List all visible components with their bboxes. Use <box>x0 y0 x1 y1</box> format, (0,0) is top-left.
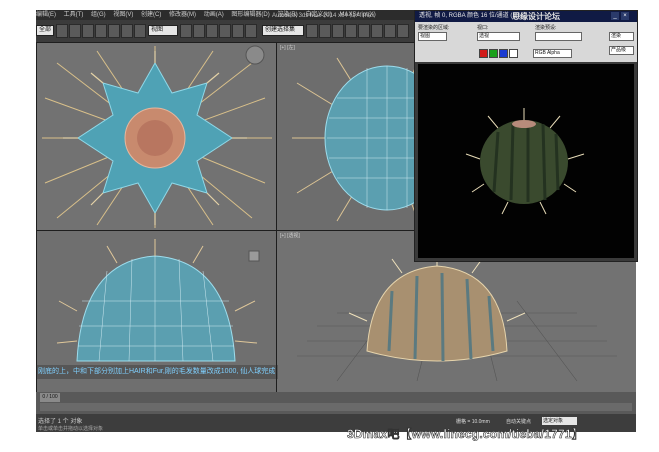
select-icon[interactable] <box>56 24 68 38</box>
render-setup-icon[interactable] <box>384 24 396 38</box>
menu-item[interactable]: 视图(V) <box>113 12 133 18</box>
window-crossing-icon[interactable] <box>95 24 107 38</box>
viewport-label[interactable]: [+] [左] <box>280 44 295 51</box>
mirror-icon[interactable] <box>306 24 318 38</box>
area-label: 要渲染的区域: <box>418 25 450 31</box>
schematic-icon[interactable] <box>358 24 370 38</box>
grid-readout: 栅格 = 10.0mm <box>456 419 490 425</box>
viewport-top[interactable] <box>36 42 278 232</box>
material-editor-icon[interactable] <box>371 24 383 38</box>
viewcube-icon[interactable] <box>248 250 260 262</box>
menu-item[interactable]: 动画(A) <box>204 12 224 18</box>
layer-icon[interactable] <box>332 24 344 38</box>
preset-dropdown[interactable] <box>535 32 582 41</box>
selection-filter-dropdown[interactable]: 全部 <box>36 25 54 36</box>
rotate-icon[interactable] <box>121 24 133 38</box>
curve-editor-icon[interactable] <box>345 24 357 38</box>
viewport-dropdown[interactable]: 透视 <box>477 32 520 41</box>
manipulate-icon[interactable] <box>193 24 205 38</box>
menu-item[interactable]: 组(G) <box>91 12 106 18</box>
preset-label: 渲染预设: <box>535 25 557 31</box>
main-toolbar: 全部 视图 创建选择集 <box>36 20 416 43</box>
move-icon[interactable] <box>108 24 120 38</box>
display-channel-dropdown[interactable]: RGB Alpha <box>533 49 572 58</box>
corner-watermark: 思缘设计论坛 <box>512 12 560 21</box>
time-slider[interactable]: 0 / 100 <box>40 393 60 402</box>
render-window-toolbar: 要渲染的区域: 视图 视口: 透视 渲染预设: 渲染 产品级 RGB Alpha <box>415 22 637 62</box>
scale-icon[interactable] <box>134 24 146 38</box>
renderer-dropdown[interactable]: 产品级 <box>609 46 634 55</box>
viewport-label[interactable]: [+] [透视] <box>280 232 300 239</box>
rendered-image <box>418 64 634 258</box>
render-frame-window: 透视, 帧 0, RGBA 颜色 16 位/通道 (1:1) _ × 要渲染的区… <box>414 10 638 262</box>
blue-channel-icon[interactable] <box>499 49 508 58</box>
cactus-top-view <box>42 45 272 228</box>
close-icon[interactable]: × <box>621 12 629 20</box>
minimize-icon[interactable]: _ <box>611 12 619 20</box>
render-button[interactable]: 渲染 <box>609 32 634 41</box>
menu-item[interactable]: 工具(T) <box>64 12 84 18</box>
selection-status: 选择了 1 个 对象 <box>38 419 83 425</box>
select-by-name-icon[interactable] <box>69 24 81 38</box>
snap-icon[interactable] <box>206 24 218 38</box>
spinner-snap-icon[interactable] <box>245 24 257 38</box>
area-dropdown[interactable]: 视图 <box>418 32 447 41</box>
rendered-cactus <box>465 108 585 215</box>
reference-coord-dropdown[interactable]: 视图 <box>148 25 178 36</box>
forum-watermark: 3Dmax吧【www.linecg.com/tieba/1771】 <box>347 427 584 442</box>
align-icon[interactable] <box>319 24 331 38</box>
auto-key-button[interactable]: 自动关键点 <box>506 418 531 425</box>
menu-item[interactable]: 图形编辑器(D) <box>231 12 269 18</box>
track-bar[interactable] <box>40 403 632 411</box>
viewport-label: 视口: <box>477 25 489 31</box>
green-channel-icon[interactable] <box>489 49 498 58</box>
angle-snap-icon[interactable] <box>219 24 231 38</box>
app-title: Autodesk 3ds Max 2014 x64 仙人.max <box>272 13 375 19</box>
rect-select-icon[interactable] <box>82 24 94 38</box>
viewcube-icon[interactable] <box>245 45 265 65</box>
percent-snap-icon[interactable] <box>232 24 244 38</box>
menu-item[interactable]: 修改器(M) <box>169 12 196 18</box>
pivot-icon[interactable] <box>180 24 192 38</box>
timeline: 0 / 100 <box>36 392 636 414</box>
render-icon[interactable] <box>397 24 409 38</box>
named-selection-dropdown[interactable]: 创建选择集 <box>262 25 304 36</box>
tutorial-caption: 刚底的上，中和下部分别加上HAIR和Fur,刚的毛发数量改成1000, 仙人球完… <box>36 365 278 379</box>
selected-object-dropdown[interactable]: 选定对象 <box>542 417 577 425</box>
red-channel-icon[interactable] <box>479 49 488 58</box>
prompt-line: 单击或单击并拖动以选择对象 <box>38 426 104 432</box>
menu-item[interactable]: 编辑(E) <box>36 12 56 18</box>
alpha-channel-icon[interactable] <box>509 49 518 58</box>
menu-item[interactable]: 创建(C) <box>141 12 161 18</box>
